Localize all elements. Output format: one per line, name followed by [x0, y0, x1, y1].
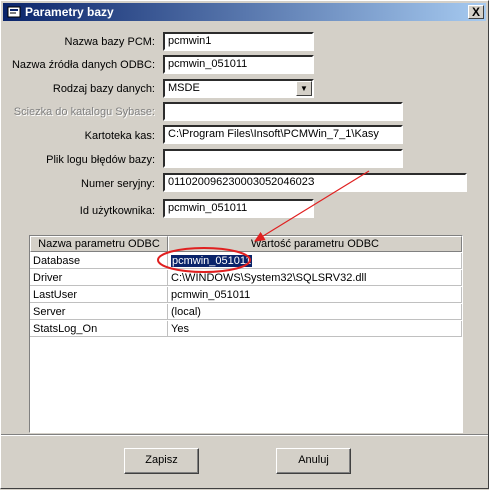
annotation-ellipse	[157, 247, 251, 273]
dialog-window: Parametry bazy X Nazwa bazy PCM: pcmwin1…	[0, 0, 489, 489]
cancel-button[interactable]: Anuluj	[276, 448, 351, 474]
annotation-arrow	[253, 170, 370, 242]
annotation-overlay	[157, 170, 370, 273]
divider	[1, 434, 488, 436]
save-button[interactable]: Zapisz	[124, 448, 199, 474]
